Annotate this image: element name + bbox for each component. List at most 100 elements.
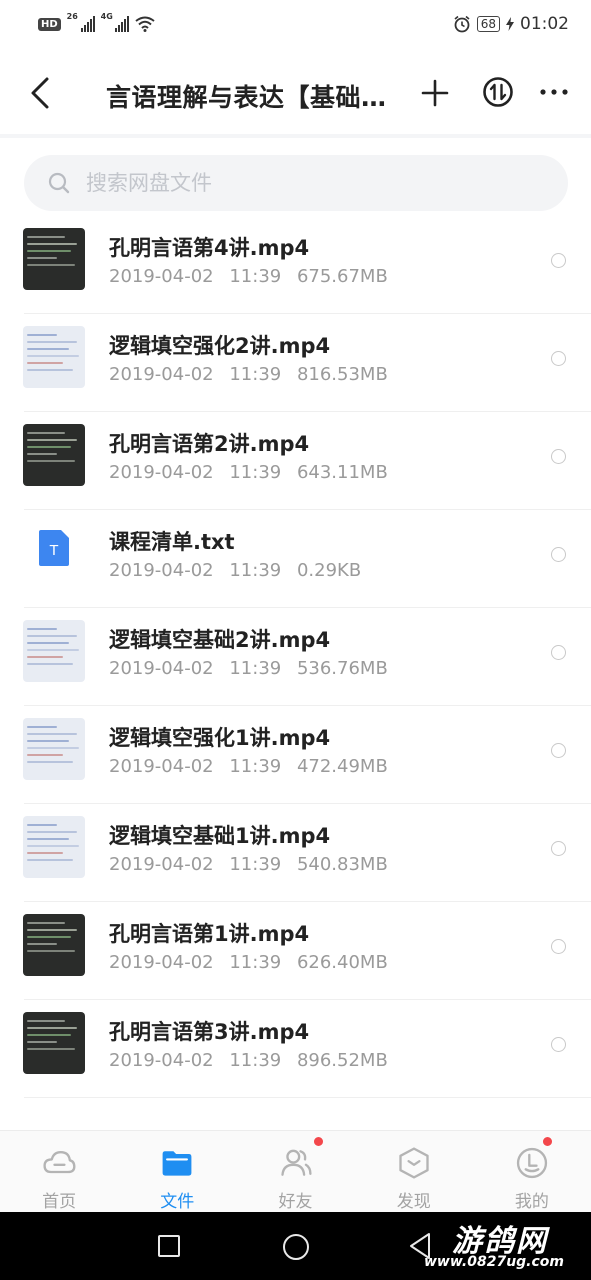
file-size: 0.29KB	[296, 560, 362, 581]
file-row[interactable]: 逻辑填空基础2讲.mp4 2019-04-02 11:39 536.76MB	[0, 608, 591, 706]
select-radio[interactable]	[551, 351, 566, 366]
sim2-label: 4G	[100, 12, 113, 21]
file-meta: 2019-04-02 11:39 675.67MB	[109, 266, 388, 287]
file-row[interactable]: T 课程清单.txt 2019-04-02 11:39 0.29KB	[0, 510, 591, 608]
select-radio[interactable]	[551, 939, 566, 954]
nav-item-profile[interactable]: 我的	[473, 1131, 591, 1212]
nav-label: 好友	[278, 1192, 313, 1212]
recent-apps-icon[interactable]	[158, 1235, 180, 1257]
page-title: 言语理解与表达【基础…	[106, 83, 387, 112]
video-thumbnail	[23, 424, 85, 486]
file-name: 逻辑填空强化1讲.mp4	[109, 726, 331, 750]
file-meta: 2019-04-02 11:39 816.53MB	[109, 364, 388, 385]
file-time: 11:39	[229, 1050, 282, 1071]
file-date: 2019-04-02	[109, 658, 214, 679]
video-thumbnail	[23, 816, 85, 878]
header-divider	[0, 134, 591, 138]
file-date: 2019-04-02	[109, 854, 214, 875]
clock: 01:02	[520, 14, 569, 34]
select-radio[interactable]	[551, 743, 566, 758]
status-bar: HD 26 4G 68 01:02	[0, 0, 591, 48]
file-size: 816.53MB	[296, 364, 388, 385]
file-size: 643.11MB	[296, 462, 388, 483]
file-name: 孔明言语第2讲.mp4	[109, 432, 310, 456]
signal-icon-4g: 4G	[101, 12, 129, 32]
file-size: 540.83MB	[296, 854, 388, 875]
alarm-icon	[454, 15, 470, 33]
file-row[interactable]: 孔明言语第1讲.mp4 2019-04-02 11:39 626.40MB	[0, 902, 591, 1000]
video-thumbnail	[23, 1012, 85, 1074]
nav-item-discover[interactable]: 发现	[355, 1131, 473, 1212]
video-thumbnail	[23, 718, 85, 780]
signal-icon: 26	[67, 12, 95, 32]
txt-file-icon: T	[39, 530, 69, 566]
file-time: 11:39	[229, 756, 282, 777]
file-name: 孔明言语第1讲.mp4	[109, 922, 310, 946]
back-icon[interactable]	[26, 76, 56, 110]
file-row[interactable]: 逻辑填空强化1讲.mp4 2019-04-02 11:39 472.49MB	[0, 706, 591, 804]
file-name: 逻辑填空强化2讲.mp4	[109, 334, 331, 358]
file-name: 孔明言语第4讲.mp4	[109, 236, 310, 260]
cloud-icon	[43, 1151, 76, 1174]
file-time: 11:39	[229, 462, 282, 483]
watermark-url: www.0827ug.com	[424, 1254, 564, 1270]
file-time: 11:39	[229, 560, 282, 581]
folder-icon	[162, 1151, 192, 1176]
nav-item-friends[interactable]: 好友	[236, 1131, 354, 1212]
discover-icon	[399, 1147, 429, 1179]
select-radio[interactable]	[551, 547, 566, 562]
file-time: 11:39	[229, 364, 282, 385]
file-date: 2019-04-02	[109, 756, 214, 777]
file-meta: 2019-04-02 11:39 643.11MB	[109, 462, 388, 483]
nav-label: 发现	[396, 1192, 431, 1212]
search-icon	[48, 172, 70, 194]
file-meta: 2019-04-02 11:39 540.83MB	[109, 854, 388, 875]
select-radio[interactable]	[551, 253, 566, 268]
add-icon[interactable]	[420, 78, 450, 108]
nav-item-folder[interactable]: 文件	[118, 1131, 236, 1212]
file-meta: 2019-04-02 11:39 0.29KB	[109, 560, 361, 581]
file-meta: 2019-04-02 11:39 896.52MB	[109, 1050, 388, 1071]
search-bar[interactable]	[24, 155, 568, 211]
file-date: 2019-04-02	[109, 560, 214, 581]
file-date: 2019-04-02	[109, 364, 214, 385]
sim1-label: 26	[66, 12, 78, 21]
file-row[interactable]: 孔明言语第2讲.mp4 2019-04-02 11:39 643.11MB	[0, 412, 591, 510]
home-icon[interactable]	[283, 1234, 309, 1260]
watermark: 游鸽网 www.0827ug.com	[424, 1216, 588, 1274]
file-size: 536.76MB	[296, 658, 388, 679]
file-date: 2019-04-02	[109, 266, 214, 287]
file-time: 11:39	[229, 952, 282, 973]
file-size: 626.40MB	[296, 952, 388, 973]
file-row[interactable]: 逻辑填空强化2讲.mp4 2019-04-02 11:39 816.53MB	[0, 314, 591, 412]
file-time: 11:39	[229, 266, 282, 287]
file-name: 逻辑填空基础1讲.mp4	[109, 824, 331, 848]
nav-item-cloud[interactable]: 首页	[0, 1131, 118, 1212]
file-name: 逻辑填空基础2讲.mp4	[109, 628, 331, 652]
select-radio[interactable]	[551, 841, 566, 856]
notification-badge	[542, 1137, 552, 1146]
select-radio[interactable]	[551, 449, 566, 464]
file-name: 课程清单.txt	[109, 530, 235, 554]
select-radio[interactable]	[551, 1037, 566, 1052]
file-row[interactable]: 孔明言语第4讲.mp4 2019-04-02 11:39 675.67MB	[0, 216, 591, 314]
nav-label: 首页	[42, 1192, 77, 1212]
file-meta: 2019-04-02 11:39 536.76MB	[109, 658, 388, 679]
file-size: 896.52MB	[296, 1050, 388, 1071]
charging-icon	[506, 17, 514, 31]
file-meta: 2019-04-02 11:39 626.40MB	[109, 952, 388, 973]
file-meta: 2019-04-02 11:39 472.49MB	[109, 756, 388, 777]
profile-icon	[516, 1147, 548, 1179]
select-radio[interactable]	[551, 645, 566, 660]
file-name: 孔明言语第3讲.mp4	[109, 1020, 310, 1044]
hd-indicator: HD	[38, 17, 61, 31]
file-date: 2019-04-02	[109, 1050, 214, 1071]
sort-icon[interactable]	[482, 76, 514, 108]
file-row[interactable]: 孔明言语第3讲.mp4 2019-04-02 11:39 896.52MB	[0, 1000, 591, 1098]
file-row[interactable]: 逻辑填空基础1讲.mp4 2019-04-02 11:39 540.83MB	[0, 804, 591, 902]
file-date: 2019-04-02	[109, 462, 214, 483]
search-input[interactable]	[86, 171, 486, 195]
file-date: 2019-04-02	[109, 952, 214, 973]
video-thumbnail	[23, 228, 85, 290]
more-icon[interactable]	[538, 82, 570, 102]
